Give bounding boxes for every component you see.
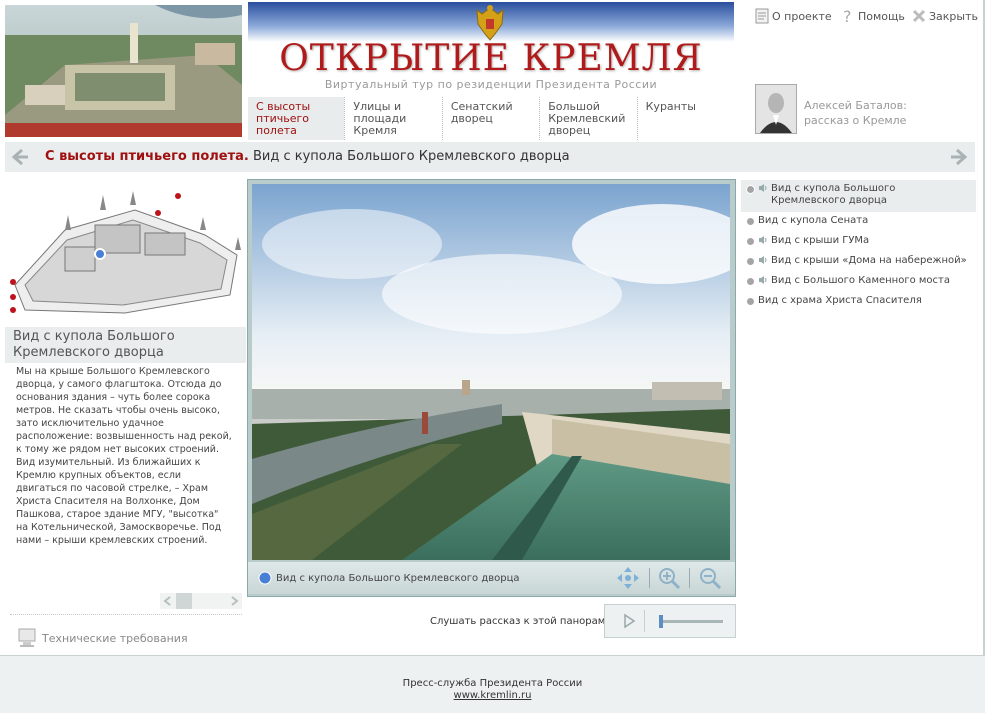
panorama-list-item[interactable]: Вид с крыши «Дома на набережной» [741, 252, 976, 272]
nav-item-label: Улицы и площади Кремля [353, 100, 407, 137]
close-link[interactable]: Закрыть [912, 8, 978, 24]
computer-icon [18, 628, 36, 647]
close-label: Закрыть [929, 9, 978, 23]
narrator-avatar[interactable] [755, 84, 797, 134]
audio-progress-track[interactable] [659, 620, 723, 623]
panorama-list-item[interactable]: Вид с купола Сената [741, 212, 976, 232]
site-title: ОТКРЫТИЕ КРЕМЛЯ [279, 38, 703, 79]
kremlin-map[interactable] [5, 185, 242, 320]
breadcrumb-bar: С высоты птичьего полета. Вид с купола Б… [5, 142, 975, 172]
panorama-point[interactable] [10, 279, 16, 285]
next-arrow-icon[interactable] [949, 146, 971, 168]
speaker-icon [759, 236, 767, 244]
audio-player [604, 604, 736, 638]
kremlin-aerial-photo [5, 5, 242, 137]
speaker-icon [759, 256, 767, 264]
help-label: Помощь [858, 9, 905, 23]
breadcrumb-page: Вид с купола Большого Кремлевского дворц… [252, 149, 570, 164]
nav-item-grand-palace[interactable]: Большой Кремлевский дворец [539, 97, 636, 140]
site-banner: ОТКРЫТИЕ КРЕМЛЯ Виртуальный тур по резид… [248, 2, 734, 94]
nav-item-label: Куранты [645, 100, 696, 113]
panorama-list-label: Вид с Большого Каменного моста [771, 275, 950, 286]
breadcrumb: С высоты птичьего полета. Вид с купола Б… [45, 149, 570, 164]
question-icon: ? [843, 8, 852, 24]
panorama-list-label: Вид с купола Сената [758, 215, 869, 226]
panorama-point[interactable] [10, 294, 16, 300]
panorama-viewer: Вид с купола Большого Кремлевского дворц… [247, 179, 736, 597]
panorama-list-label: Вид с крыши «Дома на набережной» [771, 255, 967, 266]
bullet-icon [746, 297, 755, 306]
press-service-label: Пресс-служба Президента России [402, 678, 583, 689]
bullet-icon [746, 257, 755, 266]
panorama-point[interactable] [155, 210, 161, 216]
breadcrumb-section: С высоты птичьего полета. [45, 149, 249, 164]
toolbar-separator [689, 568, 690, 588]
player-separator [644, 610, 645, 632]
narrator-name: Алексей Баталов: [804, 99, 907, 112]
panorama-caption: Вид с купола Большого Кремлевского дворц… [276, 573, 520, 584]
speaker-icon [759, 184, 767, 192]
document-icon [755, 8, 769, 24]
scroll-right-icon[interactable] [228, 595, 240, 607]
kremlin-site-link[interactable]: www.kremlin.ru [0, 690, 985, 701]
nav-item-label: Большой Кремлевский дворец [548, 100, 626, 137]
nav-item-label: Сенатский дворец [450, 100, 513, 125]
toolbar-separator [649, 568, 650, 588]
footer: Пресс-служба Президента России www.kreml… [0, 656, 985, 713]
place-description: Мы на крыше Большого Кремлевского дворца… [16, 366, 232, 546]
prev-arrow-icon[interactable] [8, 146, 30, 168]
nav-item-birds-eye[interactable]: С высоты птичьего полета [248, 97, 345, 140]
panorama-list-label: Вид с купола Большого Кремлевского дворц… [771, 183, 896, 206]
bullet-icon [746, 217, 755, 226]
panorama-list: Вид с купола Большого Кремлевского дворц… [741, 180, 976, 312]
panorama-toolbar: Вид с купола Большого Кремлевского дворц… [248, 562, 735, 594]
about-link[interactable]: О проекте [755, 8, 832, 24]
close-icon [912, 9, 926, 23]
audio-progress-handle[interactable] [659, 615, 663, 628]
panorama-list-label: Вид с храма Христа Спасителя [758, 295, 922, 306]
panorama-list-item[interactable]: Вид с храма Христа Спасителя [741, 292, 976, 312]
tech-requirements-label: Технические требования [42, 631, 188, 645]
panorama-list-item[interactable]: Вид с крыши ГУМа [741, 232, 976, 252]
nav-item-streets[interactable]: Улицы и площади Кремля [344, 97, 441, 140]
panorama-list-item[interactable]: Вид с Большого Каменного моста [741, 272, 976, 292]
site-subtitle: Виртуальный тур по резиденции Президента… [324, 78, 658, 91]
help-link[interactable]: ? Помощь [841, 8, 905, 24]
scroll-thumb[interactable] [176, 593, 192, 609]
bullet-icon [746, 185, 755, 194]
left-divider [10, 614, 242, 615]
pan-icon[interactable] [615, 565, 641, 591]
panorama-point[interactable] [10, 307, 16, 313]
panorama-point[interactable] [175, 193, 181, 199]
nav-item-label: С высоты птичьего полета [256, 100, 311, 137]
svg-text:?: ? [843, 8, 852, 24]
listen-label: Слушать рассказ к этой панораме [430, 616, 612, 627]
zoom-out-icon[interactable] [698, 566, 722, 590]
narrator-link[interactable]: Алексей Баталов: рассказ о Кремле [804, 98, 907, 128]
main-nav: С высоты птичьего полета Улицы и площади… [248, 97, 734, 140]
place-title: Вид с купола Большого Кремлевского дворц… [5, 327, 246, 363]
scroll-left-icon[interactable] [162, 595, 174, 607]
zoom-in-icon[interactable] [657, 566, 681, 590]
speaker-icon [759, 276, 767, 284]
tech-requirements-link[interactable]: Технические требования [18, 628, 188, 648]
bullet-icon [746, 277, 755, 286]
about-label: О проекте [772, 9, 832, 23]
panorama-image[interactable] [252, 184, 730, 560]
nav-item-senate[interactable]: Сенатский дворец [441, 97, 539, 140]
panorama-dot-icon [258, 571, 272, 585]
description-scrollbar[interactable] [160, 593, 242, 609]
narrator-subtitle: рассказ о Кремле [804, 114, 907, 127]
bullet-icon [746, 237, 755, 246]
nav-item-chimes[interactable]: Куранты [636, 97, 734, 140]
play-icon[interactable] [621, 613, 637, 629]
current-location-marker[interactable] [94, 248, 106, 260]
panorama-list-label: Вид с крыши ГУМа [771, 235, 870, 246]
panorama-list-item[interactable]: Вид с купола Большого Кремлевского дворц… [741, 180, 976, 212]
